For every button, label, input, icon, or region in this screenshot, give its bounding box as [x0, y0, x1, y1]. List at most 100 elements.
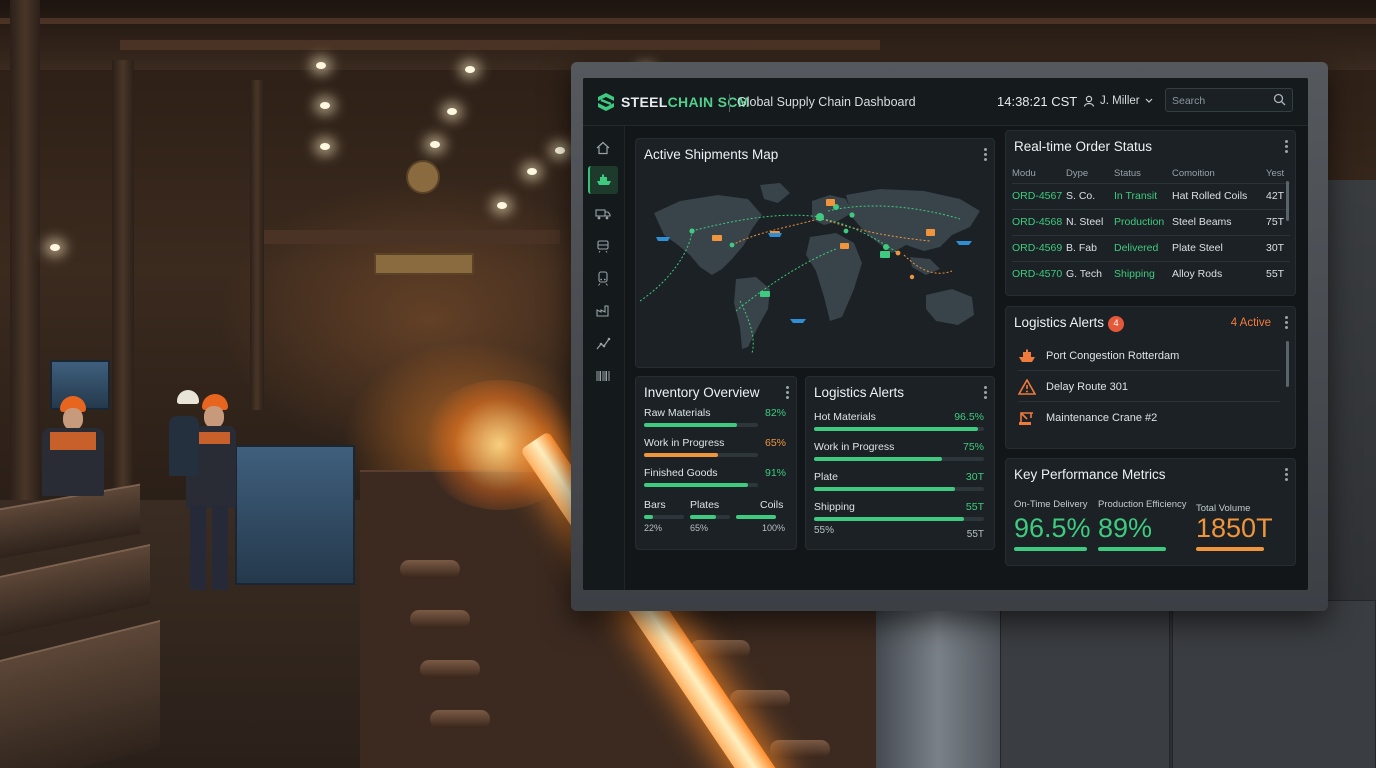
logistics-bar-fill: [814, 427, 979, 431]
route-node: [895, 250, 901, 256]
ceiling-lamp: [320, 102, 330, 109]
monitor-bezel: STEELCHAIN SCM Global Supply Chain Dashb…: [571, 62, 1328, 611]
user-icon: [1083, 95, 1095, 107]
roller: [400, 560, 460, 578]
truck-icon: [595, 209, 611, 220]
table-row[interactable]: ORD-4570 G. Tech Shipping Alloy Rods 55T: [1012, 261, 1290, 287]
inventory-row: Work in Progress 65%: [644, 437, 786, 457]
search-icon[interactable]: [1273, 93, 1286, 106]
logistics-row: Hot Materials 96.5%: [814, 411, 984, 431]
sidebar-item-shipping[interactable]: [588, 166, 618, 194]
logistics-row: Plate 30T: [814, 471, 984, 491]
steel-column: [112, 60, 134, 490]
table-row[interactable]: ORD-4568 N. Steel Production Steel Beams…: [1012, 209, 1290, 236]
ceiling-lamp: [430, 141, 440, 148]
page-title: Global Supply Chain Dashboard: [737, 95, 916, 109]
sidebar-item-railcar[interactable]: [588, 264, 618, 292]
world-map[interactable]: [640, 171, 990, 361]
table-row[interactable]: ORD-4567 S. Co. In Transit Hat Rolled Co…: [1012, 183, 1290, 210]
scrollbar[interactable]: [1286, 341, 1289, 387]
breakdown-percent: 65%: [690, 523, 709, 533]
logistics-label: Shipping: [814, 501, 855, 513]
search-input[interactable]: [1172, 93, 1268, 109]
steel-column: [250, 80, 264, 410]
sidebar-item-inventory[interactable]: [588, 362, 618, 390]
logistics-value: 30T: [965, 471, 984, 483]
sidebar-item-rail[interactable]: [588, 232, 618, 260]
sidebar-item-home[interactable]: [588, 134, 618, 162]
truck-marker-icon: [840, 243, 849, 249]
kpi-bar: [1014, 547, 1088, 551]
order-customer: N. Steel: [1066, 209, 1114, 236]
crane-icon: [1019, 412, 1033, 425]
breakdown-percent: 100%: [762, 523, 786, 533]
more-options-icon[interactable]: [984, 386, 987, 401]
alert-text: Maintenance Crane #2: [1046, 412, 1158, 424]
south-america-shape: [734, 277, 770, 349]
inventory-row: Finished Goods 91%: [644, 467, 786, 487]
ship-marker-icon: [768, 233, 782, 237]
warehouse-marker-icon: [712, 235, 722, 241]
search-box[interactable]: [1165, 88, 1293, 112]
alerts-panel-title: Logistics Alerts 4: [1014, 315, 1125, 332]
chevron-down-icon: [1145, 98, 1153, 103]
order-id[interactable]: ORD-4570: [1012, 261, 1066, 287]
sidebar-item-trucks[interactable]: [588, 200, 618, 228]
table-row[interactable]: ORD-4569 B. Fab Delivered Plate Steel 30…: [1012, 235, 1290, 262]
alert-item[interactable]: Port Congestion Rotterdam: [1018, 341, 1280, 371]
ship-marker-icon: [656, 237, 670, 241]
route-node: [909, 274, 915, 280]
inventory-bar-track: [644, 483, 758, 487]
alert-item[interactable]: Maintenance Crane #2: [1018, 403, 1280, 433]
port-marker-icon: [926, 229, 935, 236]
sidebar: [583, 126, 625, 590]
africa-shape: [806, 233, 862, 321]
logistics-footer-right: 55T: [966, 529, 984, 540]
order-id[interactable]: ORD-4569: [1012, 235, 1066, 262]
breakdown-bar-fill: [736, 515, 776, 519]
inventory-row: Raw Materials 82%: [644, 407, 786, 427]
more-options-icon[interactable]: [1285, 316, 1288, 331]
worker-left: [36, 396, 106, 506]
worker-back: [165, 390, 205, 530]
inventory-value: 91%: [764, 467, 786, 479]
order-id[interactable]: ORD-4568: [1012, 209, 1066, 236]
more-options-icon[interactable]: [1285, 468, 1288, 483]
brand-logo[interactable]: STEELCHAIN SCM: [597, 92, 750, 112]
dashboard-screen: STEELCHAIN SCM Global Supply Chain Dashb…: [583, 78, 1308, 590]
route-node: [816, 213, 824, 221]
roller: [410, 610, 470, 628]
kpi-panel: Key Performance Metrics On-Time Delivery…: [1005, 458, 1296, 566]
ship-marker-icon: [790, 319, 806, 323]
alert-item[interactable]: Delay Route 301: [1018, 372, 1280, 402]
order-customer: S. Co.: [1066, 183, 1114, 210]
active-alerts-count[interactable]: 4 Active: [1231, 317, 1271, 329]
logistics-value: 96.5%: [954, 411, 984, 423]
brand-name: STEELCHAIN SCM: [621, 94, 750, 110]
alert-count-badge: 4: [1108, 316, 1125, 332]
logistics-bar-track: [814, 457, 984, 461]
roof-beam: [0, 18, 1376, 24]
kpi-value: 96.5%: [1014, 513, 1091, 543]
logistics-value: 75%: [962, 441, 984, 453]
more-options-icon[interactable]: [1285, 140, 1288, 155]
logistics-bars-title: Logistics Alerts: [814, 385, 905, 400]
more-options-icon[interactable]: [984, 148, 987, 163]
ceiling-lamp: [465, 66, 475, 73]
sidebar-item-analytics[interactable]: [588, 330, 618, 358]
inventory-overview-panel: Inventory Overview Raw Materials 82% Work …: [635, 376, 797, 550]
alert-text: Port Congestion Rotterdam: [1046, 349, 1180, 362]
train-marker-icon: [760, 291, 770, 297]
order-status-panel: Real-time Order Status Modu Dype Status …: [1005, 130, 1296, 296]
logistics-bar-track: [814, 487, 984, 491]
sidebar-item-factory[interactable]: [588, 296, 618, 324]
order-id[interactable]: ORD-4567: [1012, 183, 1066, 210]
kpi-value: 1850T: [1196, 513, 1273, 543]
scrollbar[interactable]: [1286, 181, 1289, 221]
ceiling-lamp: [527, 168, 537, 175]
alert-text: Delay Route 301: [1046, 380, 1128, 393]
more-options-icon[interactable]: [786, 386, 789, 401]
factory-marker-icon: [826, 199, 835, 206]
user-menu[interactable]: J. Miller: [1083, 95, 1153, 107]
order-customer: G. Tech: [1066, 261, 1114, 287]
